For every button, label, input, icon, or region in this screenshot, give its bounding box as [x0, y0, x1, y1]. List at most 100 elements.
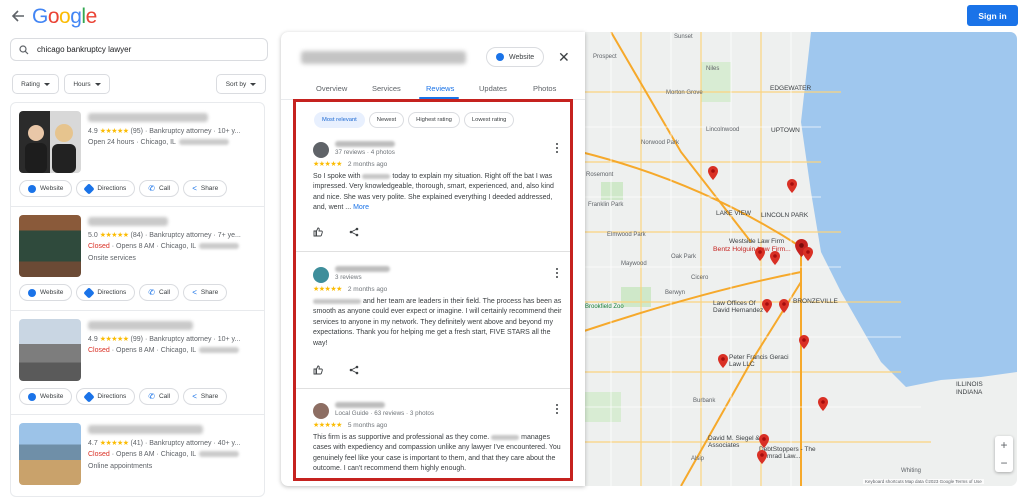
map-pin-icon[interactable]: [799, 335, 809, 349]
tab-updates[interactable]: Updates: [479, 84, 507, 93]
search-input[interactable]: chicago bankruptcy lawyer: [10, 38, 268, 61]
map-attribution[interactable]: Keyboard shortcuts Map data ©2023 Google…: [863, 479, 984, 484]
review-text-part: This firm is as supportive and professio…: [313, 434, 490, 441]
map-pin-icon[interactable]: [759, 434, 769, 448]
more-options-icon[interactable]: [556, 143, 558, 153]
chip-most-relevant[interactable]: Most relevant: [314, 112, 365, 128]
result-photo[interactable]: [19, 111, 81, 173]
result-item[interactable]: 5.0 ★★★★★ (84) · Bankruptcy attorney · 7…: [11, 207, 264, 311]
back-arrow-icon[interactable]: [10, 8, 26, 24]
result-photo[interactable]: [19, 215, 81, 277]
chevron-down-icon: [43, 82, 50, 86]
more-options-icon[interactable]: [556, 268, 558, 278]
map-pin-icon[interactable]: [762, 299, 772, 313]
map-pin-icon[interactable]: [755, 247, 765, 261]
rating-filter[interactable]: Rating: [12, 74, 59, 94]
globe-icon: [28, 288, 36, 297]
tab-photos[interactable]: Photos: [533, 84, 556, 93]
result-item[interactable]: 4.9 ★★★★★ (99) · Bankruptcy attorney · 1…: [11, 311, 264, 415]
avatar[interactable]: [313, 267, 329, 283]
thumbs-up-icon[interactable]: [313, 365, 323, 375]
result-name-blurred[interactable]: [88, 113, 208, 122]
result-name-blurred[interactable]: [88, 217, 168, 226]
result-rating-line: 4.9 ★★★★★ (99) · Bankruptcy attorney · 1…: [88, 335, 240, 343]
globe-icon: [496, 53, 504, 61]
result-item[interactable]: 4.9 ★★★★★ (95) · Bankruptcy attorney · 1…: [11, 103, 264, 207]
more-options-icon[interactable]: [556, 404, 558, 414]
hours-filter[interactable]: Hours: [64, 74, 110, 94]
map-label: ILLINOIS: [956, 381, 983, 388]
website-button[interactable]: Website: [19, 284, 73, 301]
share-button[interactable]: < Share: [183, 388, 228, 405]
map-label: Peter Francis Geraci Law LLC: [729, 354, 789, 368]
reviewer-name-blurred[interactable]: [335, 141, 395, 147]
website-button[interactable]: Website: [19, 180, 73, 197]
map-label: Brookfield Zoo: [585, 304, 624, 310]
map-pin-icon[interactable]: [718, 354, 728, 368]
reviewer-name-blurred[interactable]: [335, 266, 390, 272]
google-logo[interactable]: Google: [32, 5, 97, 29]
blurred-name: [313, 298, 361, 304]
tab-reviews[interactable]: Reviews: [426, 84, 454, 93]
result-item[interactable]: 4.7 ★★★★★ (41) · Bankruptcy attorney · 4…: [11, 415, 264, 496]
reviewer-name-blurred[interactable]: [335, 402, 385, 408]
chip-newest[interactable]: Newest: [368, 112, 405, 128]
review-text-part: So I spoke with: [313, 173, 361, 180]
directions-button[interactable]: Directions: [76, 284, 136, 301]
call-label: Call: [158, 185, 171, 192]
panel-website-button[interactable]: Website: [486, 47, 545, 67]
chip-lowest-rating[interactable]: Lowest rating: [463, 112, 515, 128]
open-status: Closed: [88, 451, 110, 458]
phone-icon: ✆: [148, 288, 155, 297]
map-pin-icon[interactable]: [779, 299, 789, 313]
map-pin-icon[interactable]: [787, 179, 797, 193]
tab-overview[interactable]: Overview: [316, 84, 347, 93]
share-icon[interactable]: [349, 227, 359, 237]
map-pin-icon[interactable]: [818, 397, 828, 411]
share-icon[interactable]: [349, 365, 359, 375]
map-pin-icon[interactable]: [770, 251, 780, 265]
zoom-out-button[interactable]: −: [995, 454, 1013, 472]
more-link[interactable]: More: [353, 204, 369, 211]
avatar[interactable]: [313, 142, 329, 158]
website-label: Website: [40, 185, 64, 192]
share-button[interactable]: < Share: [183, 180, 228, 197]
call-button[interactable]: ✆ Call: [139, 180, 180, 197]
share-button[interactable]: < Share: [183, 284, 228, 301]
sort-by-filter[interactable]: Sort by: [216, 74, 266, 94]
map-pin-icon[interactable]: [708, 166, 718, 180]
chip-highest-rating[interactable]: Highest rating: [408, 112, 460, 128]
category: · Bankruptcy attorney · 10+ y...: [144, 336, 241, 343]
call-button[interactable]: ✆ Call: [139, 388, 180, 405]
map-pin-icon[interactable]: [803, 247, 813, 261]
review-count: (95): [130, 128, 143, 135]
result-name-blurred[interactable]: [88, 321, 193, 330]
star-rating-icon: ★★★★★: [99, 128, 129, 135]
divider: [296, 251, 570, 252]
result-name-blurred[interactable]: [88, 425, 203, 434]
review-text: This firm is as supportive and professio…: [313, 433, 565, 475]
map-label: Oak Park: [671, 254, 697, 260]
close-icon[interactable]: ✕: [558, 50, 570, 64]
map-label: Rosemont: [586, 172, 614, 178]
directions-icon: [83, 390, 96, 403]
directions-button[interactable]: Directions: [76, 388, 136, 405]
call-button[interactable]: ✆ Call: [139, 284, 180, 301]
tab-services[interactable]: Services: [372, 84, 401, 93]
website-button[interactable]: Website: [19, 388, 73, 405]
map-label: DebtStoppers - The Semrad Law...: [759, 446, 816, 460]
category: · Bankruptcy attorney · 7+ ye...: [144, 232, 241, 239]
thumbs-up-icon[interactable]: [313, 227, 323, 237]
map-label: BRONZEVILLE: [793, 298, 838, 305]
avatar[interactable]: [313, 403, 329, 419]
map-pin-icon[interactable]: [757, 450, 767, 464]
result-photo[interactable]: [19, 423, 81, 485]
service-option: Onsite services: [88, 255, 136, 262]
map-label: Berwyn: [665, 290, 686, 296]
directions-button[interactable]: Directions: [76, 180, 136, 197]
result-photo[interactable]: [19, 319, 81, 381]
zoom-in-button[interactable]: +: [995, 436, 1013, 454]
review-count: (99): [130, 336, 143, 343]
search-query: chicago bankruptcy lawyer: [37, 45, 132, 54]
sign-in-button[interactable]: Sign in: [967, 5, 1018, 26]
